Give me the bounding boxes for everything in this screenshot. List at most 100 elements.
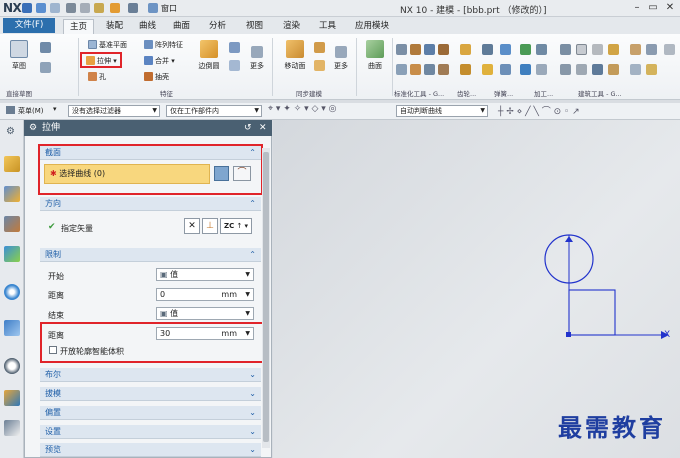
repeat-command-icon[interactable]	[110, 3, 120, 13]
array-feature-button[interactable]: 阵列特征	[144, 40, 183, 50]
end-distance-input[interactable]: 30 mm ▼	[156, 327, 254, 340]
washer-icon[interactable]	[438, 44, 449, 55]
settings-group-header[interactable]: 设置 ⌄	[40, 425, 261, 439]
pin-icon[interactable]	[396, 64, 407, 75]
rail-icon[interactable]	[630, 44, 641, 55]
window-menu[interactable]: 窗口	[161, 3, 177, 14]
vector-select[interactable]: ZC ↑ ▾	[220, 218, 252, 234]
stair-icon[interactable]	[560, 44, 571, 55]
reset-icon[interactable]: ↺	[244, 120, 252, 136]
section-group-header[interactable]: 截面 ⌃	[40, 146, 261, 160]
beam-icon[interactable]	[576, 64, 587, 75]
tab-curve[interactable]: 曲线	[137, 19, 158, 34]
limits-group-header[interactable]: 限制 ⌃	[40, 248, 261, 262]
sync-more-button[interactable]: 更多	[330, 46, 352, 71]
trim-body-icon[interactable]	[229, 60, 240, 71]
dialog-scrollbar-thumb[interactable]	[263, 152, 269, 442]
history-icon[interactable]	[4, 320, 20, 336]
shell-button[interactable]: 抽壳	[144, 72, 169, 82]
paste-icon[interactable]	[94, 3, 104, 13]
offset-group-header[interactable]: 偏置 ⌄	[40, 406, 261, 420]
tab-view[interactable]: 视图	[244, 19, 265, 34]
close-icon[interactable]: ✕	[259, 120, 267, 136]
pipe-icon[interactable]	[646, 64, 657, 75]
column-icon[interactable]	[592, 44, 603, 55]
tab-home[interactable]: 主页	[63, 19, 95, 34]
draft-group-header[interactable]: 拔模 ⌄	[40, 387, 261, 401]
datum-plane-button[interactable]: 基准平面	[88, 40, 127, 50]
direction-group-header[interactable]: 方向 ⌃	[40, 197, 261, 211]
start-distance-input[interactable]: 0 mm ▼	[156, 288, 254, 301]
chamfer-icon[interactable]	[229, 42, 240, 53]
end-type-select[interactable]: ▣ 值 ▼	[156, 307, 254, 320]
hole-button[interactable]: 孔	[88, 72, 106, 82]
undo-icon[interactable]	[36, 3, 46, 13]
spring-icon[interactable]	[482, 44, 493, 55]
bearing-icon[interactable]	[424, 64, 435, 75]
machining-icon[interactable]	[520, 44, 531, 55]
vector-dialog-icon[interactable]: ⊥	[202, 218, 218, 234]
spring-ext-icon[interactable]	[500, 44, 511, 55]
edge-blend-button[interactable]: 边倒圆	[192, 40, 226, 71]
surface-button[interactable]: 曲面	[360, 40, 390, 71]
rivet-icon[interactable]	[410, 64, 421, 75]
section-sketch-icon[interactable]	[214, 166, 229, 181]
move-face-button[interactable]: 移动面	[278, 40, 312, 71]
snap-point-icons[interactable]: ┼ ✢ ⋄ ╱ ╲ ⌒ ⊙ ◦ ↗	[498, 104, 580, 117]
gear-mesh-icon[interactable]	[460, 64, 471, 75]
touch-mode-icon[interactable]	[128, 3, 138, 13]
gear-icon[interactable]: ⚙	[6, 126, 15, 137]
ribbon-more-icon[interactable]	[664, 44, 675, 55]
curve-select-icon[interactable]: ⌒	[233, 166, 251, 181]
constraint-navigator-icon[interactable]	[4, 216, 20, 232]
part-navigator-icon[interactable]	[4, 156, 20, 172]
tab-file[interactable]: 文件(F)	[3, 18, 55, 33]
tab-tools[interactable]: 工具	[317, 19, 338, 34]
maximize-icon[interactable]: ▭	[646, 1, 660, 15]
wall-icon[interactable]	[576, 44, 587, 55]
door-icon[interactable]	[608, 44, 619, 55]
nut-icon[interactable]	[424, 44, 435, 55]
window-frame-icon[interactable]	[560, 64, 571, 75]
menu-button[interactable]: 菜单(M)	[18, 106, 44, 116]
reuse-library-icon[interactable]	[4, 246, 20, 262]
machining-knurl-icon[interactable]	[536, 64, 547, 75]
tab-applications[interactable]: 应用模块	[353, 19, 391, 34]
role-icon[interactable]	[4, 420, 20, 436]
slab-icon[interactable]	[608, 64, 619, 75]
tab-render[interactable]: 渲染	[281, 19, 302, 34]
open-profile-checkbox[interactable]	[49, 346, 57, 354]
cut-icon[interactable]	[66, 3, 76, 13]
extrude-button[interactable]: 拉伸 ▾	[86, 56, 117, 66]
tab-analysis[interactable]: 分析	[207, 19, 228, 34]
gear-icon[interactable]	[460, 44, 471, 55]
menu-dropdown-icon[interactable]: ▾	[53, 105, 57, 113]
std-part-icon[interactable]	[396, 44, 407, 55]
roof-icon[interactable]	[592, 64, 603, 75]
reverse-direction-icon[interactable]: ✕	[184, 218, 200, 234]
unite-button[interactable]: 合并 ▾	[144, 56, 175, 66]
selection-filter-select[interactable]: 没有选择过滤器 ▼	[68, 105, 160, 117]
offset-region-icon[interactable]	[314, 60, 325, 71]
feature-more-button[interactable]: 更多	[246, 46, 268, 71]
truss-icon[interactable]	[646, 44, 657, 55]
spring-compress-icon[interactable]	[482, 64, 493, 75]
machining-groove-icon[interactable]	[520, 64, 531, 75]
minimize-icon[interactable]: –	[630, 1, 644, 15]
key-icon[interactable]	[438, 64, 449, 75]
machining-thread-icon[interactable]	[536, 44, 547, 55]
curve-icon[interactable]	[40, 42, 51, 53]
palette-icon[interactable]	[4, 390, 20, 406]
copy-icon[interactable]	[80, 3, 90, 13]
sketch-button[interactable]: 草图	[4, 40, 34, 71]
bolt-icon[interactable]	[410, 44, 421, 55]
snap-toolbar-icons[interactable]: ⌖ ▾ ✦ ✧ ▾ ◇ ▾ ◎	[268, 104, 337, 114]
boolean-group-header[interactable]: 布尔 ⌄	[40, 368, 261, 382]
assembly-navigator-icon[interactable]	[4, 186, 20, 202]
curve-rule-select[interactable]: 自动判断曲线 ▼	[396, 105, 488, 117]
tab-assembly[interactable]: 装配	[104, 19, 125, 34]
arc-icon[interactable]	[40, 62, 51, 73]
selection-scope-select[interactable]: 仅在工作部件内 ▼	[166, 105, 262, 117]
preview-group-header[interactable]: 预览 ⌄	[40, 443, 261, 457]
duct-icon[interactable]	[630, 64, 641, 75]
